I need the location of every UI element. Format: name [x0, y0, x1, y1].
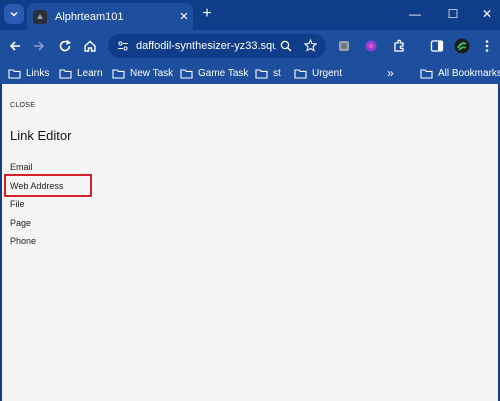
page-content: CLOSE Link Editor Email Web Address File… — [2, 84, 498, 401]
bookmark-folder-learn[interactable]: Learn — [59, 65, 103, 81]
extension-purple-icon[interactable] — [362, 37, 380, 55]
side-panel-icon[interactable] — [428, 37, 446, 55]
tab-close-icon[interactable]: ✕ — [175, 10, 193, 23]
bookmark-label: Urgent — [312, 67, 343, 79]
bookmark-star-icon[interactable] — [304, 39, 317, 52]
url-text: daffodil-synthesizer-yz33.squ... — [136, 40, 276, 52]
folder-icon — [112, 68, 125, 79]
site-favicon-icon — [33, 9, 47, 24]
tab-strip: Alphrteam101 ✕ + — ☐ ✕ — [0, 0, 500, 30]
back-button[interactable] — [5, 36, 25, 56]
folder-icon — [180, 68, 193, 79]
reload-icon — [59, 39, 71, 52]
all-bookmarks-label: All Bookmarks — [438, 67, 500, 79]
extensions-icon[interactable] — [390, 37, 408, 55]
link-option-page[interactable]: Page — [10, 218, 31, 228]
home-icon — [84, 40, 96, 52]
folder-icon — [59, 68, 72, 79]
address-bar[interactable]: daffodil-synthesizer-yz33.squ... — [108, 34, 326, 58]
arrow-left-icon — [9, 41, 20, 51]
profile-avatar-icon[interactable] — [453, 37, 471, 55]
bookmark-label: Game Task — [198, 67, 249, 79]
browser-toolbar: daffodil-synthesizer-yz33.squ... — [0, 30, 500, 62]
link-option-file[interactable]: File — [10, 199, 25, 209]
bookmark-folder-new-task[interactable]: New Task — [112, 65, 173, 81]
bookmark-folder-links[interactable]: Links — [8, 65, 49, 81]
bookmarks-bar: Links Learn New Task Game Task st Urgent… — [0, 62, 500, 84]
extension-puzzle-grey-icon[interactable] — [335, 37, 353, 55]
highlight-annotation — [4, 174, 92, 197]
bookmark-folder-urgent[interactable]: Urgent — [294, 65, 342, 81]
close-link[interactable]: CLOSE — [10, 102, 35, 109]
chevron-down-icon — [10, 11, 18, 17]
menu-kebab-icon[interactable] — [478, 37, 496, 55]
minimize-button[interactable]: — — [405, 5, 425, 23]
close-window-button[interactable]: ✕ — [477, 5, 497, 23]
bookmarks-overflow-button[interactable]: » — [387, 65, 394, 81]
home-button[interactable] — [80, 36, 100, 56]
link-option-email[interactable]: Email — [10, 162, 33, 172]
tab-title: Alphrteam101 — [55, 10, 124, 23]
link-editor-title: Link Editor — [10, 128, 72, 143]
new-tab-button[interactable]: + — [199, 5, 215, 23]
bookmark-label: Links — [26, 67, 50, 79]
bookmark-label: New Task — [130, 67, 174, 79]
folder-icon — [294, 68, 307, 79]
bookmark-label: st — [273, 67, 281, 79]
tab-search-button[interactable] — [4, 4, 24, 24]
folder-icon — [8, 68, 21, 79]
arrow-right-icon — [34, 41, 45, 51]
folder-icon — [255, 68, 268, 79]
bookmark-folder-game-task[interactable]: Game Task — [180, 65, 248, 81]
folder-icon — [420, 68, 433, 79]
zoom-icon[interactable] — [280, 40, 292, 52]
site-settings-icon[interactable] — [117, 40, 129, 52]
forward-button[interactable] — [29, 36, 49, 56]
link-option-phone[interactable]: Phone — [10, 236, 36, 246]
maximize-button[interactable]: ☐ — [443, 5, 463, 23]
bookmark-label: Learn — [77, 67, 103, 79]
active-tab[interactable]: Alphrteam101 ✕ — [27, 3, 193, 30]
reload-button[interactable] — [55, 36, 75, 56]
all-bookmarks-button[interactable]: All Bookmarks — [420, 65, 500, 81]
bookmark-folder-st[interactable]: st — [255, 65, 281, 81]
